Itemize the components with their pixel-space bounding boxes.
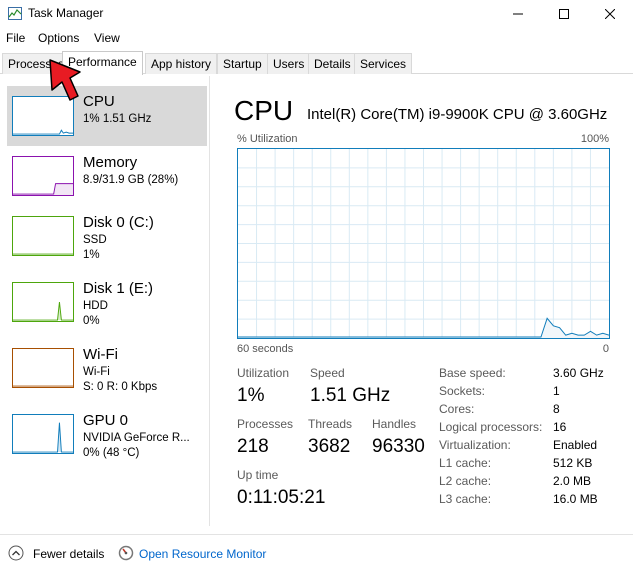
uptime-value: 0:11:05:21 [237,487,326,508]
menu-view[interactable]: View [94,31,120,45]
window-title: Task Manager [28,6,104,20]
spec-label: Base speed: [439,366,506,380]
maximize-button[interactable] [541,0,587,28]
resource-detail: Wi-Fi [83,366,110,378]
close-icon [605,9,615,19]
footer-bar: Fewer details Open Resource Monitor [0,534,633,576]
tab-app-history[interactable]: App history [145,53,218,74]
resource-item-gpu-0[interactable]: GPU 0 NVIDIA GeForce R... 0% (48 °C) [7,410,207,470]
chevron-up-circle-icon[interactable] [8,545,24,561]
disk-1-thumbnail-graph [12,282,74,322]
resource-detail: NVIDIA GeForce R... [83,432,190,444]
speed-value: 1.51 GHz [310,385,391,406]
spec-label: L1 cache: [439,456,492,470]
resource-detail: 1% 1.51 GHz [83,113,152,125]
threads-label: Threads [308,417,353,431]
spec-value: Enabled [553,438,598,452]
spec-value: 16.0 MB [553,492,598,506]
close-button[interactable] [587,0,633,28]
resource-detail-2: S: 0 R: 0 Kbps [83,381,158,393]
resource-detail-2: 0% (48 °C) [83,447,140,459]
resource-detail: SSD [83,234,107,246]
speed-label: Speed [310,366,345,380]
resource-detail-2: 1% [83,249,100,261]
graph-y-max: 100% [580,133,609,145]
resource-item-disk-1[interactable]: Disk 1 (E:) HDD 0% [7,278,207,338]
cpu-utilization-graph [237,148,610,339]
wifi-thumbnail-graph [12,348,74,388]
tab-users[interactable]: Users [267,53,311,74]
menu-file[interactable]: File [6,31,25,45]
maximize-icon [559,9,569,19]
menu-options[interactable]: Options [38,31,79,45]
cpu-detail-panel: CPU Intel(R) Core(TM) i9-9900K CPU @ 3.6… [211,76,633,526]
task-manager-icon [8,7,22,20]
spec-label: Virtualization: [439,438,511,452]
tab-strip: Processes Performance App history Startu… [0,51,633,75]
spec-label: Sockets: [439,384,486,398]
tab-startup[interactable]: Startup [217,53,268,74]
spec-label: L3 cache: [439,492,492,506]
resource-name: Disk 0 (C:) [83,214,154,231]
spec-value: 8 [553,402,560,416]
utilization-label: Utilization [237,366,290,380]
resource-item-wifi[interactable]: Wi-Fi Wi-Fi S: 0 R: 0 Kbps [7,344,207,404]
spec-value: 1 [553,384,560,398]
disk-0-thumbnail-graph [12,216,74,256]
resource-detail: HDD [83,300,108,312]
handles-value: 96330 [372,436,425,457]
resource-name: Wi-Fi [83,346,118,363]
spec-value: 16 [553,420,567,434]
resource-item-disk-0[interactable]: Disk 0 (C:) SSD 1% [7,212,207,272]
graph-time-span: 60 seconds [237,343,294,355]
graph-y-min: 0 [602,343,609,355]
resource-name: GPU 0 [83,412,129,429]
tab-services[interactable]: Services [354,53,413,74]
cpu-model-name: Intel(R) Core(TM) i9-9900K CPU @ 3.60GHz [307,106,608,123]
menu-bar: File Options View [0,29,633,49]
spec-label: Logical processors: [439,420,543,434]
fewer-details-link[interactable]: Fewer details [33,547,104,561]
gpu-0-thumbnail-graph [12,414,74,454]
resource-item-memory[interactable]: Memory 8.9/31.9 GB (28%) [7,152,207,212]
utilization-value: 1% [237,385,265,406]
minimize-icon [513,13,523,15]
graph-y-label: % Utilization [237,133,298,145]
page-title: CPU [234,95,294,126]
resource-name: Memory [83,154,138,171]
spec-value: 512 KB [553,456,593,470]
spec-value: 3.60 GHz [553,366,604,380]
spec-value: 2.0 MB [553,474,592,488]
resource-name: Disk 1 (E:) [83,280,154,297]
resource-list: CPU 1% 1.51 GHz Memory 8.9/31.9 GB (28%)… [0,76,210,526]
spec-label: L2 cache: [439,474,492,488]
resource-monitor-icon[interactable] [118,545,134,561]
uptime-label: Up time [237,468,279,482]
threads-value: 3682 [308,436,351,457]
memory-thumbnail-graph [12,156,74,196]
resource-item-cpu[interactable]: CPU 1% 1.51 GHz [7,86,207,146]
title-bar: Task Manager [0,0,633,28]
spec-label: Cores: [439,402,475,416]
resource-detail: 8.9/31.9 GB (28%) [83,174,179,186]
pointer-arrow-icon [49,59,81,101]
resource-name: CPU [83,93,115,110]
minimize-button[interactable] [495,0,541,28]
processes-label: Processes [237,417,294,431]
resource-detail-2: 0% [83,315,100,327]
processes-value: 218 [237,436,269,457]
tab-details[interactable]: Details [308,53,357,74]
open-resource-monitor-link[interactable]: Open Resource Monitor [139,547,266,561]
handles-label: Handles [372,417,417,431]
